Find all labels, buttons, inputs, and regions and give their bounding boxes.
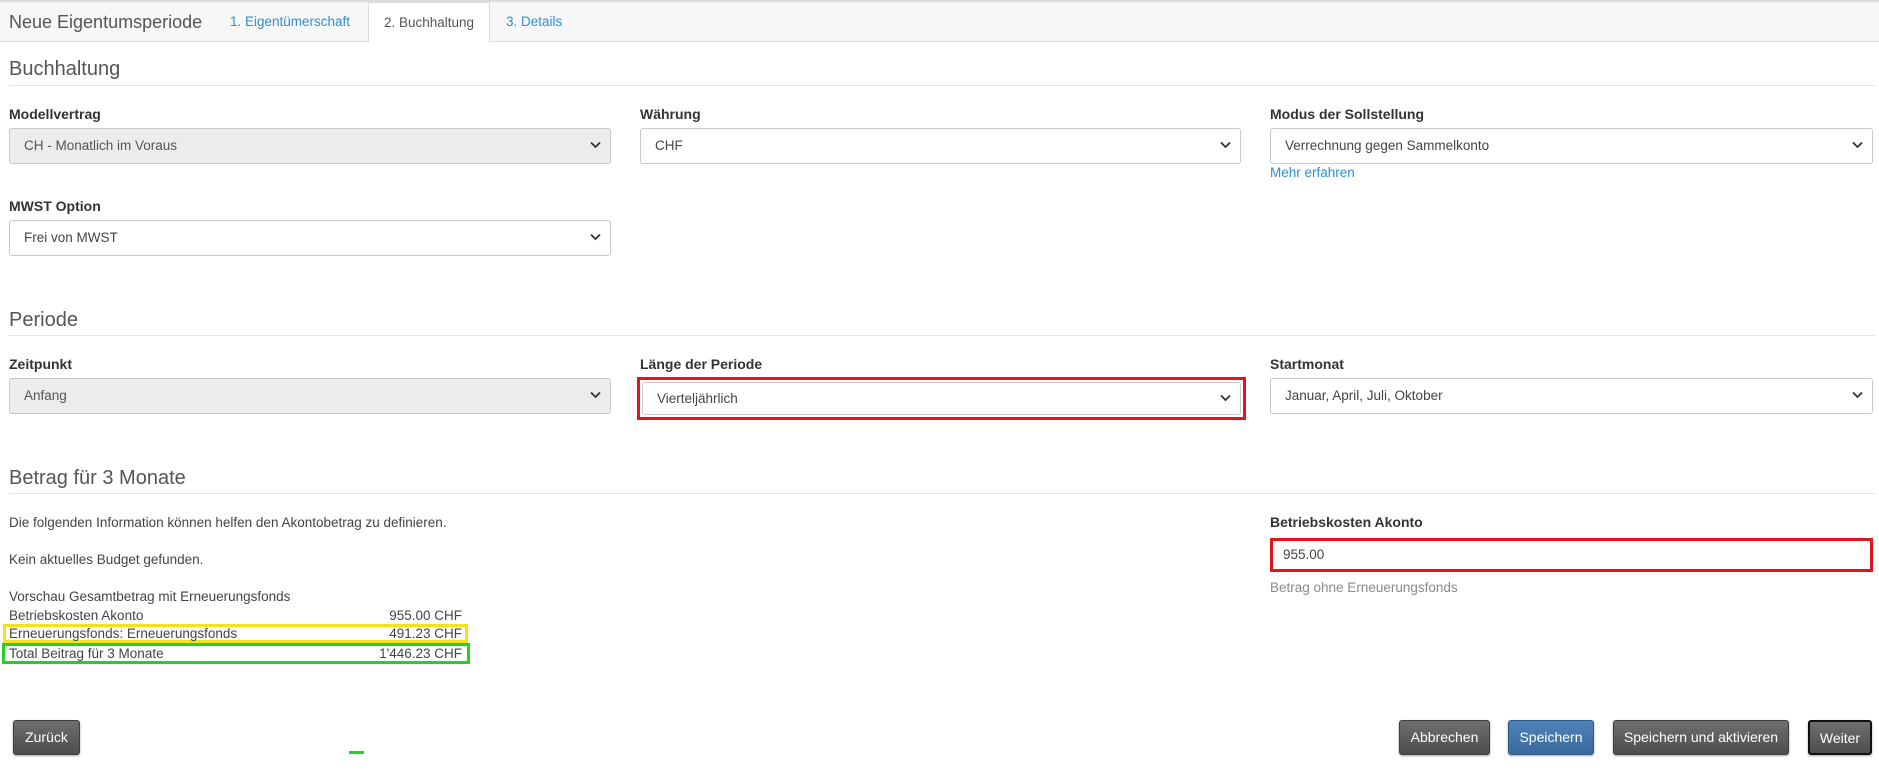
info-text: Die folgenden Information können helfen … — [9, 515, 447, 530]
section-divider — [9, 85, 1875, 86]
waehrung-label: Währung — [640, 106, 701, 122]
modus-select[interactable]: Verrechnung gegen Sammelkonto — [1270, 128, 1873, 164]
page-title: Neue Eigentumsperiode — [9, 12, 203, 32]
modellvertrag-value: CH - Monatlich im Voraus — [24, 138, 178, 153]
chevron-down-icon — [590, 233, 601, 241]
modus-value: Verrechnung gegen Sammelkonto — [1285, 138, 1490, 153]
section-divider — [9, 335, 1875, 336]
zeitpunkt-select[interactable]: Anfang — [9, 378, 611, 414]
startmonat-label: Startmonat — [1270, 356, 1344, 372]
mehr-erfahren-link[interactable]: Mehr erfahren — [1270, 165, 1355, 180]
preview-row-value: 955.00 CHF — [389, 608, 462, 623]
preview-total-value: 1'446.23 CHF — [379, 646, 462, 661]
section-title-periode: Periode — [9, 309, 78, 331]
section-title-betrag: Betrag für 3 Monate — [9, 467, 186, 489]
mwst-value: Frei von MWST — [24, 230, 118, 245]
modellvertrag-label: Modellvertrag — [9, 106, 101, 122]
startmonat-select[interactable]: Januar, April, Juli, Oktober — [1270, 378, 1873, 414]
tab-eigentuemerschaft[interactable]: 1. Eigentümerschaft — [215, 2, 365, 42]
akonto-label: Betriebskosten Akonto — [1270, 514, 1423, 530]
preview-row-value: 491.23 CHF — [389, 626, 462, 641]
preview-row-label: Betriebskosten Akonto — [9, 608, 144, 623]
budget-text: Kein aktuelles Budget gefunden. — [9, 552, 204, 567]
chevron-down-icon — [1220, 394, 1231, 402]
save-button[interactable]: Speichern — [1508, 720, 1594, 755]
startmonat-value: Januar, April, Juli, Oktober — [1285, 388, 1443, 403]
chevron-down-icon — [1852, 141, 1863, 149]
tab-buchhaltung[interactable]: 2. Buchhaltung — [368, 2, 491, 43]
laenge-label: Länge der Periode — [640, 356, 763, 372]
modellvertrag-select[interactable]: CH - Monatlich im Voraus — [9, 128, 611, 164]
next-button[interactable]: Weiter — [1808, 720, 1872, 755]
waehrung-select[interactable]: CHF — [640, 128, 1241, 164]
akonto-input[interactable]: 955.00 — [1273, 541, 1870, 569]
green-marker — [349, 751, 364, 754]
akonto-hint: Betrag ohne Erneuerungsfonds — [1270, 580, 1458, 595]
laenge-value: Vierteljährlich — [657, 391, 738, 406]
mwst-label: MWST Option — [9, 198, 101, 214]
preview-row-label: Erneuerungsfonds: Erneuerungsfonds — [9, 626, 238, 641]
chevron-down-icon — [1852, 391, 1863, 399]
cancel-button[interactable]: Abbrechen — [1399, 720, 1490, 755]
preview-total-label: Total Beitrag für 3 Monate — [9, 646, 164, 661]
waehrung-value: CHF — [655, 138, 683, 153]
mwst-select[interactable]: Frei von MWST — [9, 220, 611, 256]
chevron-down-icon — [590, 391, 601, 399]
section-title-buchhaltung: Buchhaltung — [9, 58, 121, 80]
laenge-select[interactable]: Vierteljährlich — [642, 382, 1241, 415]
chevron-down-icon — [1220, 141, 1231, 149]
tab-details[interactable]: 3. Details — [491, 2, 577, 42]
zeitpunkt-value: Anfang — [24, 388, 67, 403]
back-button[interactable]: Zurück — [13, 720, 80, 755]
save-activate-button[interactable]: Speichern und aktivieren — [1613, 720, 1789, 755]
modus-label: Modus der Sollstellung — [1270, 106, 1425, 122]
zeitpunkt-label: Zeitpunkt — [9, 356, 72, 372]
preview-title: Vorschau Gesamtbetrag mit Erneuerungsfon… — [9, 589, 291, 604]
tab-bar: Neue Eigentumsperiode 1. Eigentümerschaf… — [0, 2, 1879, 43]
chevron-down-icon — [590, 141, 601, 149]
section-divider — [9, 493, 1875, 494]
